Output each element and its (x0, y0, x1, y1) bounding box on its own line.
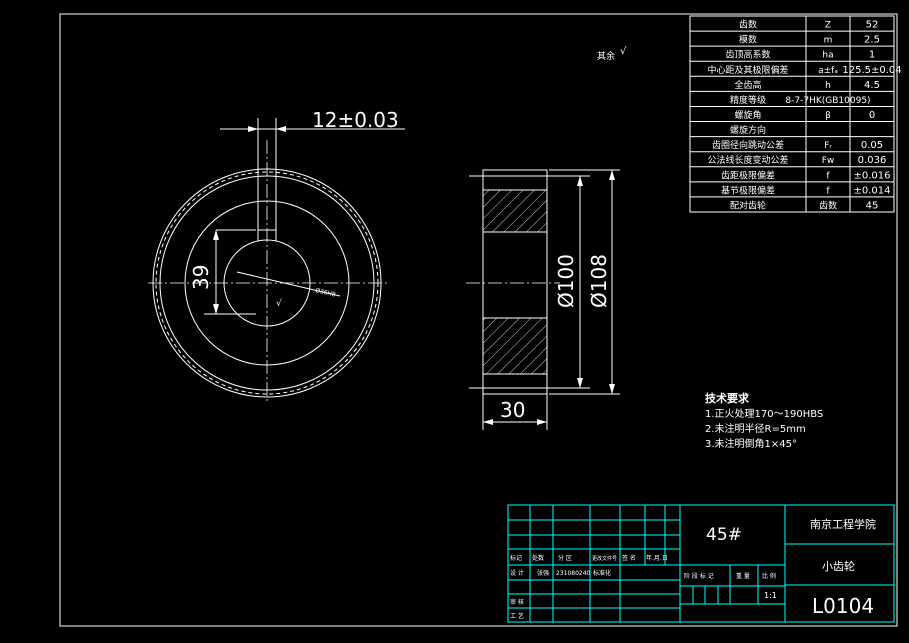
param-value: 0.036 (858, 155, 887, 166)
param-value: 52 (866, 20, 879, 31)
param-name: 齿数 (739, 19, 757, 31)
arrow-icon (276, 126, 286, 132)
param-symbol: Z (825, 21, 831, 31)
dim-bore: Ø36H8 (315, 287, 337, 299)
param-name: 配对齿轮 (730, 199, 766, 211)
arrow-icon (248, 126, 258, 132)
dim-inner-dia: Ø100 (554, 254, 578, 308)
param-name: 模数 (739, 34, 757, 46)
param-symbol: β (825, 111, 831, 121)
surface-finish-note: 其余 √ (597, 46, 627, 62)
param-value: 125.5±0.04 (842, 65, 901, 76)
param-name: 齿顶高系数 (725, 49, 770, 61)
process-label: 工 艺 (510, 612, 524, 620)
tech-notes: 技术要求 1.正火处理170～190HBS 2.未注明半径R=5mm 3.未注明… (705, 391, 823, 450)
material: 45# (706, 525, 742, 545)
hatched-section-top (482, 189, 548, 233)
design-label: 设 计 (510, 569, 524, 577)
front-view: 12±0.03 39 Ø36H8 √ (148, 108, 405, 402)
param-name: 基节极限偏差 (721, 184, 775, 196)
row-header: 处数 (532, 554, 544, 562)
arrow-icon (577, 176, 583, 186)
std-label: 标准化 (593, 569, 611, 577)
surface-finish-label: 其余 (597, 50, 615, 62)
designer-name: 张强 (537, 569, 549, 577)
student-number: 231080240 (556, 570, 591, 577)
ratio-label: 比 例 (762, 572, 776, 580)
check-label: 审 核 (510, 598, 524, 606)
dim-outer-dia: Ø108 (587, 254, 611, 308)
row-header: 更改文件号 (592, 555, 617, 562)
param-name: 精度等级 (730, 94, 766, 106)
param-symbol: m (824, 36, 833, 46)
arrow-icon (483, 419, 493, 425)
param-name: 全齿高 (734, 79, 761, 91)
arrow-icon (609, 170, 615, 180)
row-header: 年.月.日 (646, 554, 668, 562)
param-symbol: h (825, 81, 831, 91)
param-name: 中心距及其极限偏差 (707, 64, 788, 76)
drawing-number: L0104 (812, 594, 874, 618)
param-name: 齿圈径向跳动公差 (712, 139, 784, 151)
tech-note-item: 1.正火处理170～190HBS (705, 408, 823, 420)
param-symbol: 8-7-7HK(GB10095) (785, 96, 870, 106)
param-symbol: f (826, 171, 830, 181)
param-name: 螺旋方向 (730, 124, 766, 136)
tech-notes-title: 技术要求 (705, 391, 750, 405)
param-value: 45 (866, 200, 879, 211)
param-table: 齿数 Z 52 模数 m 2.5 齿顶高系数 ha 1 中心距及其极限偏差 a±fₐ 125.5±0.… (689, 15, 902, 213)
dim-height: 39 (189, 265, 213, 290)
title-block: 45# 南京工程学院 小齿轮 L0104 1:1 阶 段 标 记 重 量 比 例… (507, 504, 895, 623)
section-view: Ø100 Ø108 30 (466, 169, 620, 430)
arrow-icon (537, 419, 547, 425)
arrow-icon (213, 230, 219, 240)
param-value: 4.5 (864, 80, 880, 91)
dim-width-tolerance: 12±0.03 (312, 108, 399, 132)
arrow-icon (577, 378, 583, 388)
stage-label: 阶 段 标 记 (684, 572, 714, 580)
sheet-border (59, 13, 898, 627)
engineering-drawing: 其余 √ 12±0.03 39 Ø36H8 √ Ø100 Ø108 30 齿数 … (59, 13, 902, 627)
arrow-icon (609, 384, 615, 394)
param-value: 2.5 (864, 35, 880, 46)
roughness-symbol-icon: √ (620, 46, 627, 57)
finish-mark-icon: √ (276, 298, 282, 309)
param-value: 0.05 (861, 140, 883, 151)
param-value: ±0.014 (853, 185, 890, 196)
param-symbol: f (826, 186, 830, 196)
param-name: 螺旋角 (734, 109, 761, 121)
param-symbol: Fᵣ (824, 141, 832, 151)
param-symbol: Fw (822, 156, 835, 166)
tech-note-item: 3.未注明倒角1×45° (705, 437, 797, 450)
scale-value: 1:1 (764, 591, 777, 600)
param-value: 0 (869, 110, 875, 121)
arrow-icon (213, 304, 219, 314)
param-symbol: a±fₐ (818, 66, 838, 76)
param-value: 1 (869, 50, 875, 61)
param-symbol: ha (822, 51, 833, 61)
dim-face-width: 30 (500, 398, 525, 422)
part-name: 小齿轮 (822, 559, 855, 573)
school-name: 南京工程学院 (810, 517, 876, 531)
param-name: 公法线长度变动公差 (707, 154, 788, 166)
param-symbol: 齿数 (819, 199, 837, 211)
param-value: ±0.016 (853, 170, 890, 181)
row-header: 签 名 (622, 554, 636, 562)
param-name: 齿距极限偏差 (721, 169, 775, 181)
weight-label: 重 量 (736, 572, 750, 580)
hatched-section-bottom (482, 317, 548, 375)
row-header: 分 区 (558, 554, 572, 562)
tech-note-item: 2.未注明半径R=5mm (705, 422, 806, 435)
row-header: 标记 (510, 554, 522, 562)
